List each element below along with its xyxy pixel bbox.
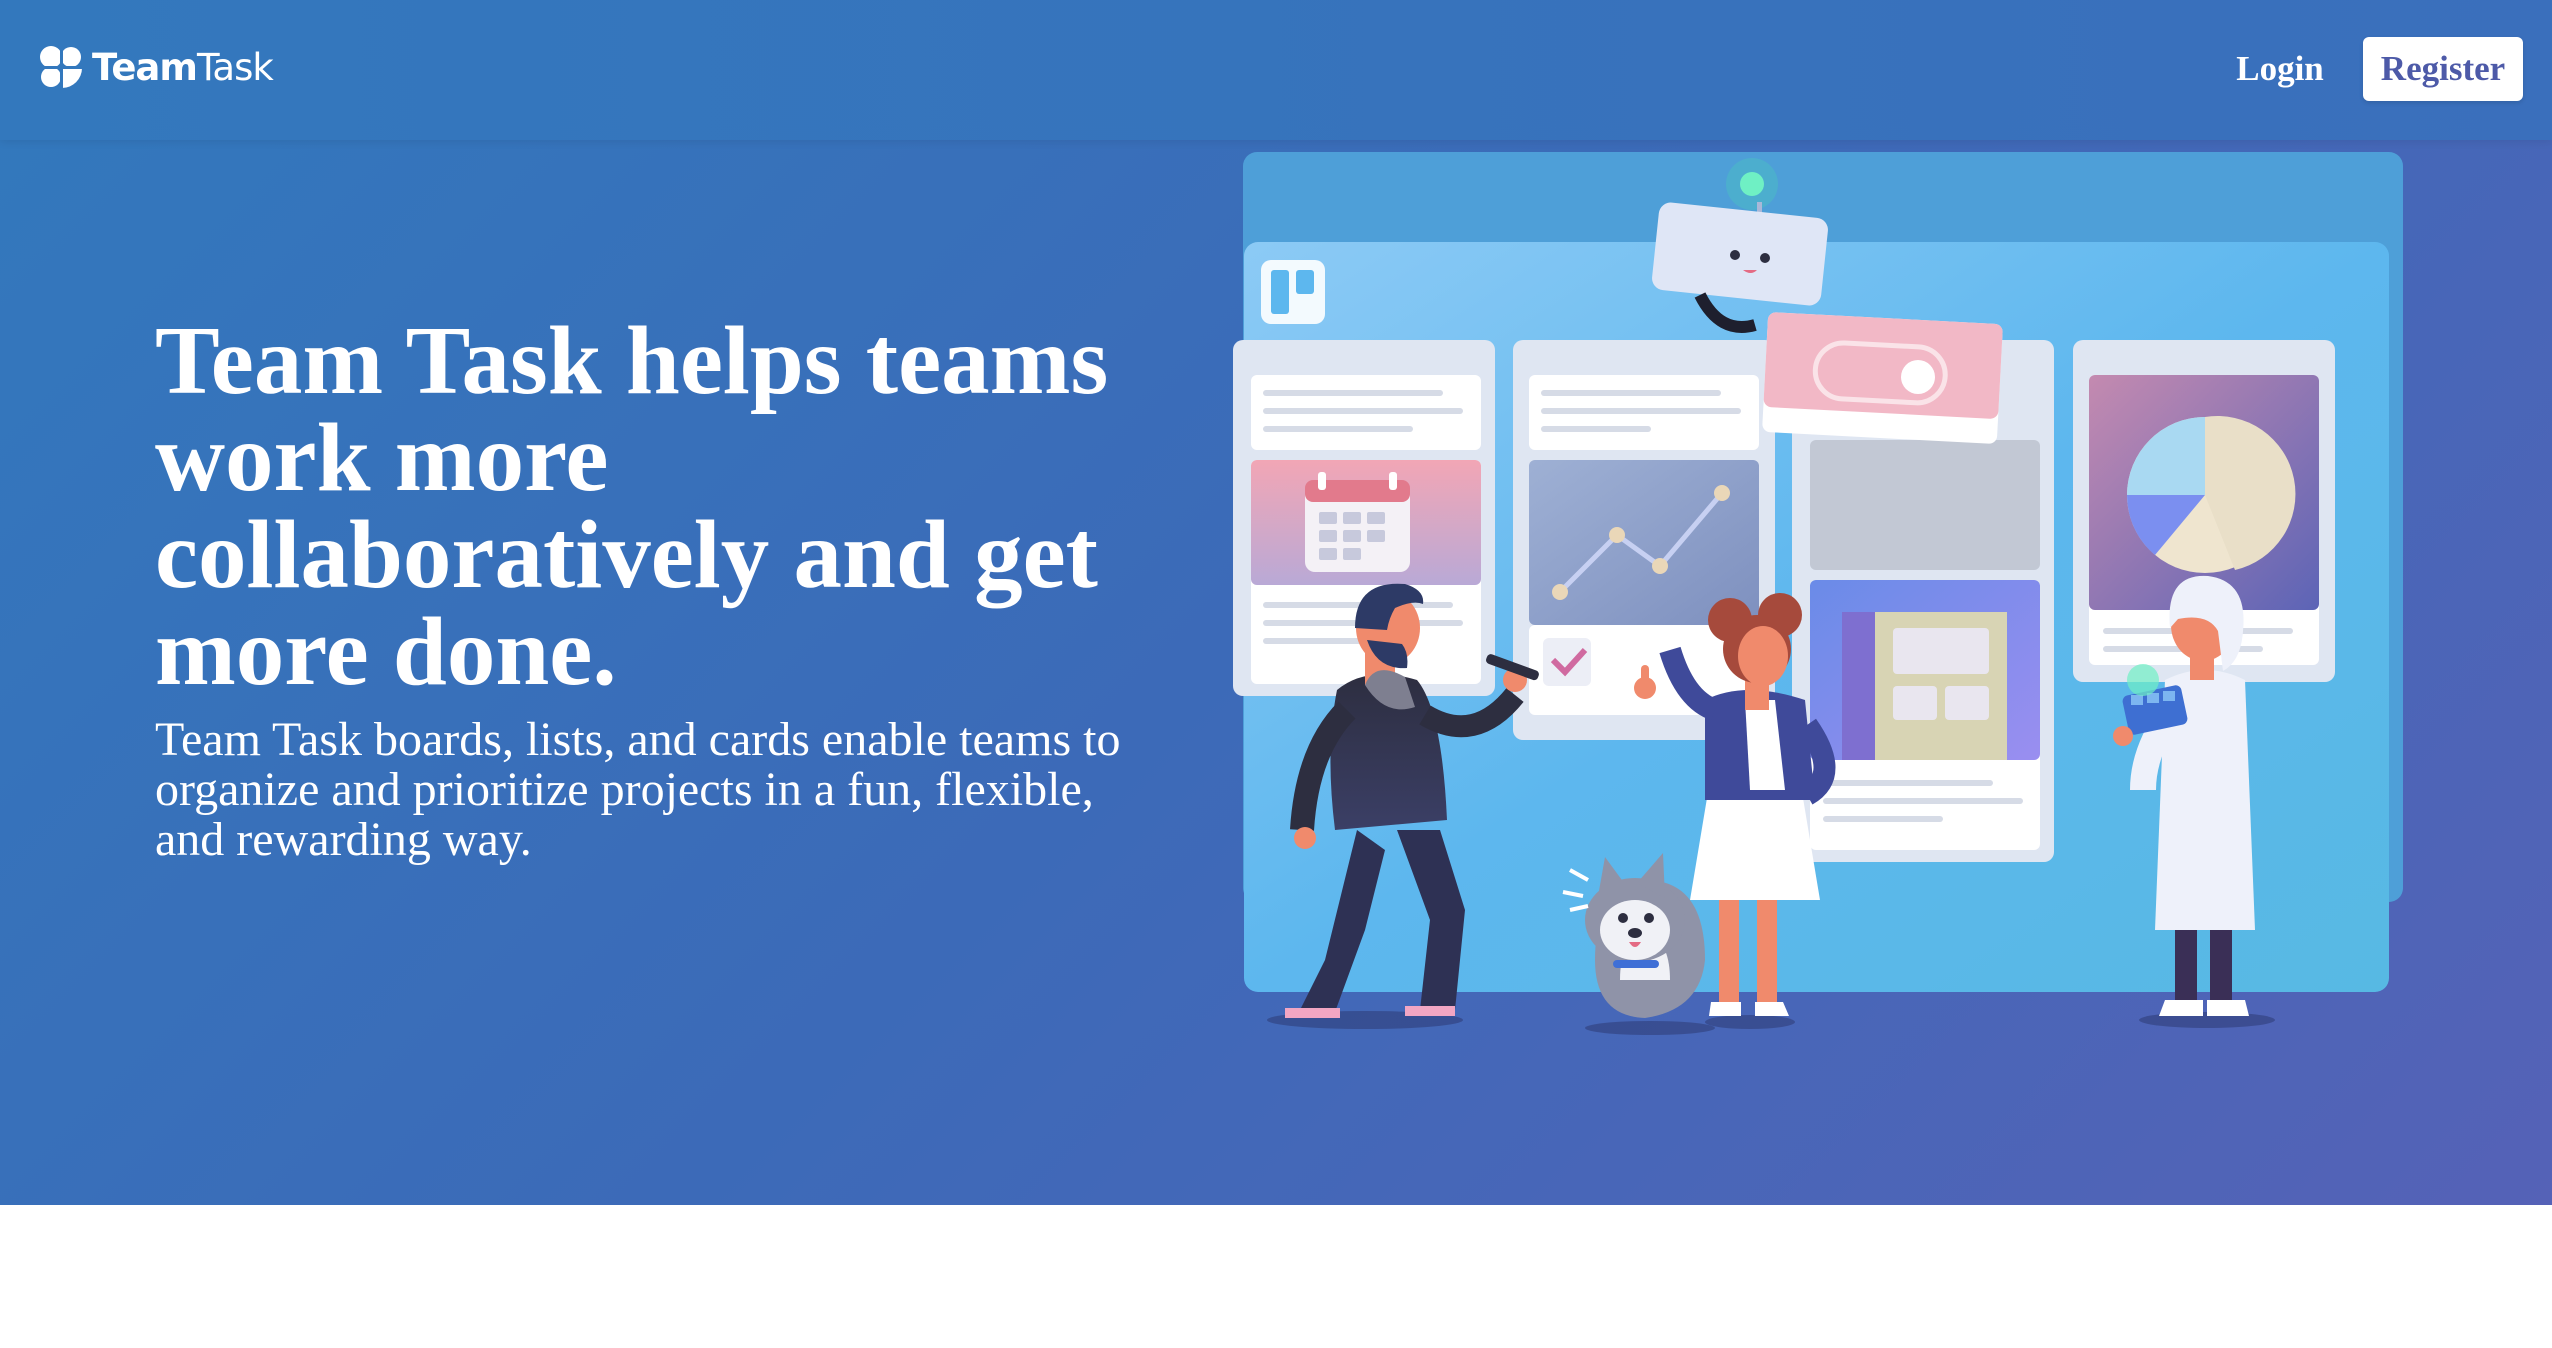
register-button[interactable]: Register: [2363, 37, 2523, 101]
login-button[interactable]: Login: [2218, 36, 2342, 102]
top-navigation-bar: TeamTask Login Register: [0, 0, 2552, 140]
brand-name-bold: Team: [92, 45, 198, 89]
logo-icon: [40, 46, 84, 89]
brand-name: TeamTask: [92, 45, 274, 89]
hero-headline: Team Task helps teams work more collabor…: [155, 307, 1109, 705]
brand-logo[interactable]: TeamTask: [36, 42, 274, 92]
team-board-illustration: [1233, 152, 2403, 1035]
hero-subtext: Team Task boards, lists, and cards enabl…: [155, 713, 1121, 866]
brand-name-light: Task: [196, 45, 274, 89]
